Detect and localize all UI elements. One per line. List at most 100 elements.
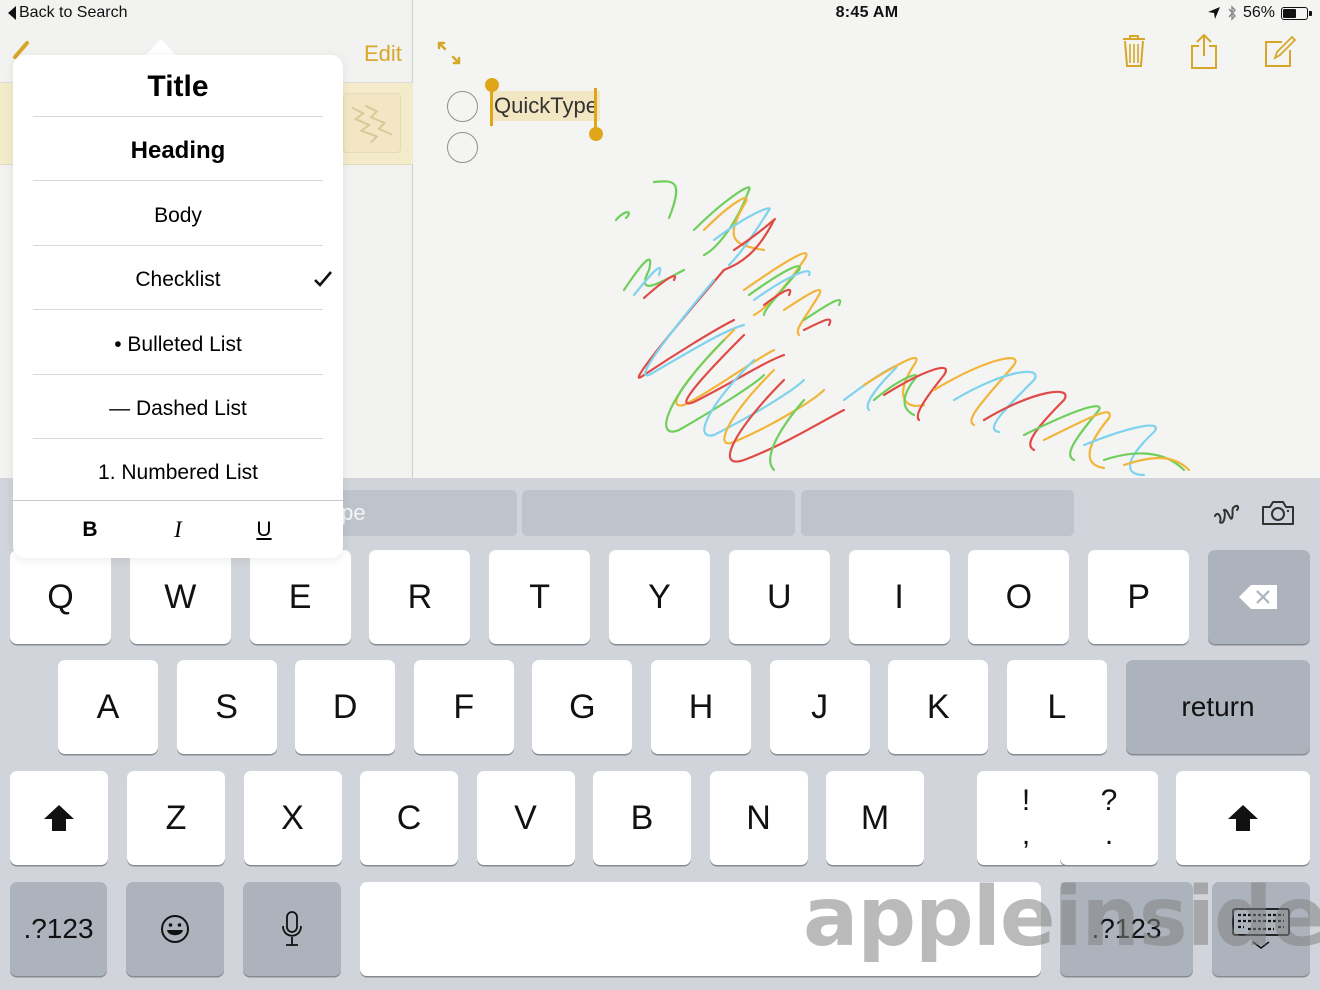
return-key[interactable]: return (1126, 660, 1310, 754)
key-e[interactable]: E (249, 550, 351, 644)
hide-keyboard-key[interactable] (1212, 882, 1310, 976)
emoji-icon (161, 915, 189, 943)
keyboard-dismiss-icon (1232, 908, 1290, 949)
quicktype-suggestion[interactable] (801, 490, 1074, 536)
format-option-label: • Bulleted List (114, 332, 242, 356)
quicktype-suggestion[interactable] (522, 490, 795, 536)
shift-key-left[interactable] (10, 771, 108, 865)
shift-arrow-icon (44, 805, 74, 831)
trash-icon[interactable] (1116, 32, 1152, 70)
key-g[interactable]: G (532, 660, 633, 754)
underline-button[interactable]: U (239, 510, 289, 550)
key-s[interactable]: S (176, 660, 277, 754)
battery-icon (1281, 6, 1312, 20)
key-j[interactable]: J (769, 660, 870, 754)
back-to-search-label: Back to Search (19, 4, 128, 21)
question-period-key[interactable]: ? . (1060, 771, 1158, 865)
sketch-stroke (614, 180, 678, 222)
format-option-numbered-list[interactable]: 1. Numbered List (13, 441, 343, 505)
format-option-dashed-list[interactable]: — Dashed List (13, 377, 343, 441)
sketch-stroke (702, 197, 766, 252)
key-l[interactable]: L (1006, 660, 1107, 754)
bluetooth-icon (1228, 5, 1236, 21)
key-o[interactable]: O (968, 550, 1070, 644)
key-m[interactable]: M (826, 771, 924, 865)
format-option-bulleted-list[interactable]: • Bulleted List (13, 313, 343, 377)
sketch-stroke (1122, 456, 1191, 472)
edit-button[interactable]: Edit (364, 41, 402, 67)
sketch-icon[interactable] (1210, 496, 1244, 530)
dictation-key[interactable] (243, 882, 341, 976)
selection-end-handle[interactable] (589, 127, 603, 141)
selection-start-bar (490, 86, 493, 126)
key-p[interactable]: P (1088, 550, 1190, 644)
key-q[interactable]: Q (10, 550, 111, 644)
expand-icon[interactable] (436, 40, 462, 66)
key-t[interactable]: T (489, 550, 591, 644)
divider (33, 244, 323, 246)
italic-button[interactable]: I (153, 510, 203, 550)
share-icon[interactable] (1186, 32, 1222, 70)
format-option-label: — Dashed List (109, 397, 247, 420)
key-b[interactable]: B (593, 771, 691, 865)
format-option-checklist[interactable]: Checklist (13, 248, 343, 312)
divider (33, 373, 323, 375)
sketch-stroke (802, 318, 832, 332)
selection-end-bar (594, 88, 597, 128)
key-y[interactable]: Y (609, 550, 710, 644)
sketch-stroke (872, 374, 918, 417)
key-h[interactable]: H (651, 660, 751, 754)
checkmark-icon (314, 271, 332, 288)
shift-arrow-icon (1228, 805, 1258, 831)
key-d[interactable]: D (295, 660, 396, 754)
microphone-icon (282, 911, 302, 946)
format-option-title[interactable]: Title (13, 55, 343, 119)
key-a[interactable]: A (58, 660, 158, 754)
format-option-body[interactable]: Body (13, 184, 343, 248)
sketch-stroke (1102, 452, 1186, 472)
back-to-search-button[interactable]: Back to Search (8, 4, 128, 22)
sketch-stroke (747, 265, 801, 317)
key-top-char: ? (1100, 784, 1118, 817)
checklist-circle[interactable] (447, 91, 478, 122)
location-arrow-icon (1207, 7, 1220, 19)
format-popover: Title Heading Body Checklist • Bulleted List… (13, 55, 343, 558)
sketch-stroke (952, 370, 1037, 434)
key-x[interactable]: X (243, 771, 342, 865)
key-top-char: ! (1021, 784, 1031, 817)
key-k[interactable]: K (888, 660, 989, 754)
note-editor[interactable]: 8:45 AM 56% QuickType (414, 0, 1320, 478)
back-triangle-icon (8, 6, 16, 20)
divider (33, 309, 323, 311)
checklist-circle[interactable] (447, 132, 478, 163)
key-c[interactable]: C (360, 771, 458, 865)
key-f[interactable]: F (413, 660, 514, 754)
note-thumbnail (343, 93, 401, 153)
key-u[interactable]: U (728, 550, 830, 644)
sketch-stroke (703, 358, 806, 437)
numbers-key-right[interactable]: .?123 (1060, 882, 1193, 976)
checklist-item-text[interactable]: QuickType (492, 91, 600, 121)
emoji-key[interactable] (126, 882, 224, 976)
shift-key-right[interactable] (1176, 771, 1310, 865)
format-option-label: Body (154, 203, 202, 227)
backspace-key[interactable] (1208, 550, 1310, 644)
status-indicators: 56% (1207, 4, 1312, 22)
bold-button[interactable]: B (65, 510, 115, 550)
key-z[interactable]: Z (127, 771, 225, 865)
key-r[interactable]: R (369, 550, 471, 644)
divider (33, 438, 323, 439)
battery-level (1283, 8, 1296, 18)
sketch-drawing[interactable] (604, 170, 1320, 478)
format-option-heading[interactable]: Heading (13, 119, 343, 183)
key-n[interactable]: N (709, 771, 808, 865)
sketch-stroke (622, 258, 686, 292)
compose-icon[interactable] (1260, 32, 1296, 70)
numbers-key[interactable]: .?123 (10, 882, 107, 976)
space-bar[interactable] (360, 882, 1041, 976)
key-w[interactable]: W (129, 550, 231, 644)
key-v[interactable]: V (476, 771, 575, 865)
camera-icon[interactable] (1260, 498, 1296, 528)
delete-icon (1239, 585, 1277, 609)
key-i[interactable]: I (848, 550, 950, 644)
